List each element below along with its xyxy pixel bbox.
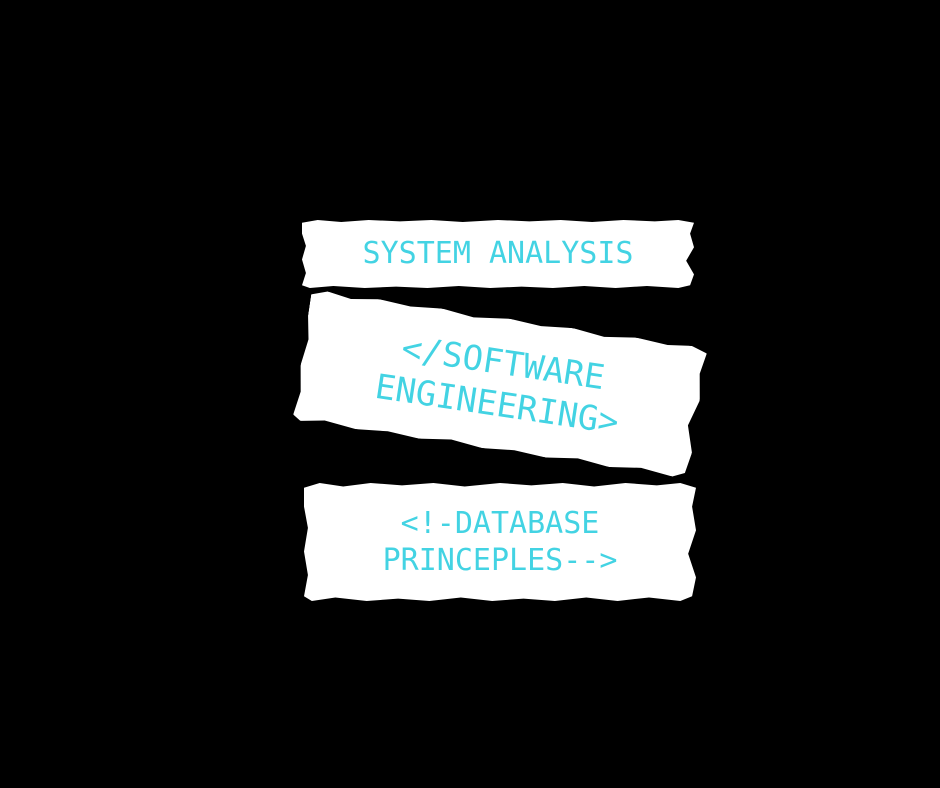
database-principles-line-2: PRINCEPLES--> bbox=[382, 543, 618, 578]
poster-canvas: SYSTEM ANALYSIS </SOFTWARE ENGINEERING> … bbox=[0, 0, 940, 788]
software-engineering-strip: </SOFTWARE ENGINEERING> bbox=[292, 289, 707, 479]
system-analysis-strip: SYSTEM ANALYSIS bbox=[302, 220, 694, 288]
system-analysis-label: SYSTEM ANALYSIS bbox=[362, 236, 634, 272]
database-principles-strip: <!-DATABASE PRINCEPLES--> bbox=[304, 483, 696, 601]
database-principles-line-1: <!-DATABASE bbox=[400, 505, 600, 541]
